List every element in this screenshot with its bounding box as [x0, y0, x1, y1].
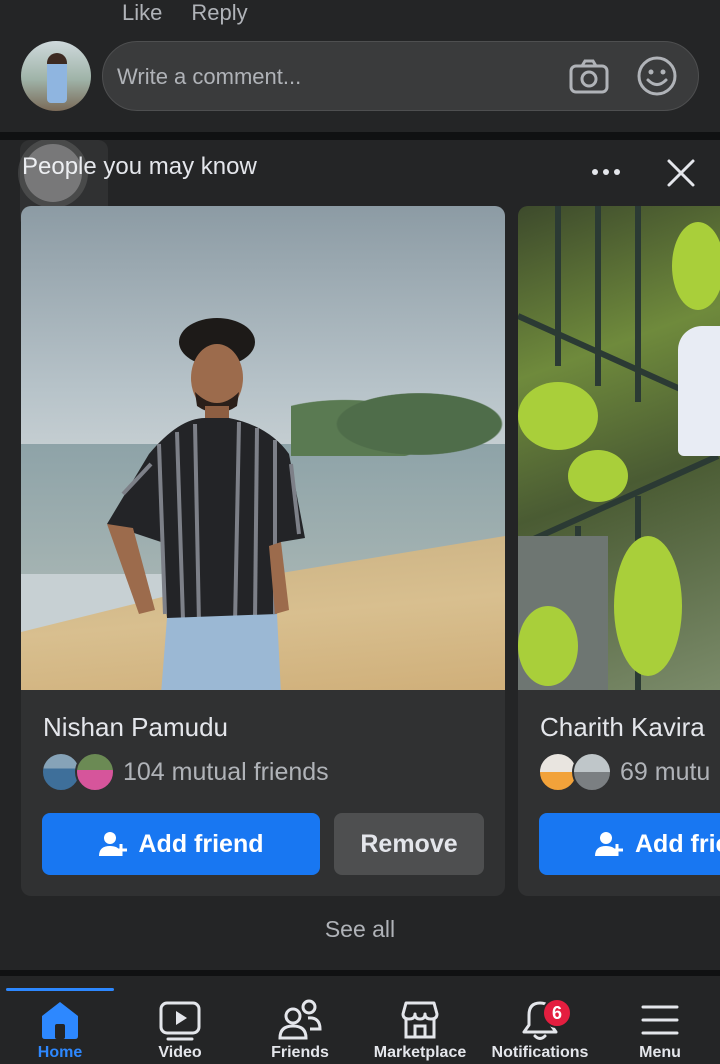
add-friend-label: Add frie [635, 829, 720, 858]
like-link[interactable]: Like [122, 0, 162, 28]
tab-label: Marketplace [373, 1044, 467, 1061]
tab-video[interactable]: Video [120, 998, 240, 1064]
avatar-figure [47, 53, 67, 103]
friends-icon [278, 999, 322, 1040]
see-all-link[interactable]: See all [0, 916, 720, 943]
close-icon[interactable] [664, 156, 698, 190]
remove-button[interactable]: Remove [334, 813, 484, 875]
mutual-friends-count: 69 mutu [620, 757, 711, 786]
mutual-friends: 69 mutu [538, 750, 710, 794]
notification-badge: 6 [542, 998, 572, 1028]
mutual-friend-avatar [75, 752, 115, 792]
photo-trees [291, 376, 505, 456]
tab-notifications[interactable]: 6 Notifications [480, 998, 600, 1064]
suggestion-name[interactable]: Nishan Pamudu [43, 712, 228, 743]
avatar[interactable] [21, 41, 91, 111]
section-divider [0, 132, 720, 140]
people-you-may-know: People you may know Nishan Pamudu 104 mu… [0, 140, 720, 970]
tab-home[interactable]: Home [0, 998, 120, 1064]
photo-person [107, 318, 305, 690]
comment-input[interactable]: Write a comment... [102, 41, 699, 111]
comment-placeholder: Write a comment... [117, 64, 302, 89]
tab-marketplace[interactable]: Marketplace [360, 998, 480, 1064]
touch-indicator [24, 144, 82, 202]
more-options-icon[interactable] [590, 162, 622, 182]
tab-friends[interactable]: Friends [240, 998, 360, 1064]
suggestion-card[interactable]: Nishan Pamudu 104 mutual friends Add fri… [21, 206, 505, 896]
profile-photo[interactable] [21, 206, 505, 690]
tab-label: Menu [639, 1044, 681, 1061]
tab-label: Friends [271, 1044, 329, 1061]
video-icon [159, 1001, 201, 1041]
suggestion-name[interactable]: Charith Kavira [540, 712, 705, 743]
reply-link[interactable]: Reply [191, 0, 247, 28]
profile-photo[interactable] [518, 206, 720, 690]
camera-icon[interactable] [569, 58, 609, 96]
tab-label: Home [37, 1044, 83, 1061]
marketplace-icon [401, 1001, 439, 1039]
remove-label: Remove [360, 829, 458, 858]
bottom-tab-bar: Home Video Friends Marketplace 6 Notific… [0, 976, 720, 1064]
add-person-icon [98, 832, 127, 856]
comment-section: Like Reply Write a comment... [0, 0, 720, 132]
mutual-friends-count: 104 mutual friends [123, 757, 329, 786]
mutual-friends: 104 mutual friends [41, 750, 329, 794]
active-tab-indicator [6, 988, 114, 991]
add-friend-button[interactable]: Add friend [42, 813, 320, 875]
mutual-friend-avatar [572, 752, 612, 792]
comment-actions: Like Reply [122, 0, 248, 28]
hamburger-icon [641, 1005, 679, 1035]
add-friend-label: Add friend [138, 829, 264, 858]
tab-menu[interactable]: Menu [600, 998, 720, 1064]
suggestion-card[interactable]: Charith Kavira 69 mutu Add frie [518, 206, 720, 896]
add-person-icon [595, 832, 623, 856]
home-icon [42, 1002, 78, 1039]
emoji-icon[interactable] [636, 55, 678, 97]
add-friend-button[interactable]: Add frie [539, 813, 720, 875]
photo-person [678, 326, 720, 456]
tab-label: Video [158, 1044, 202, 1061]
tab-label: Notifications [491, 1044, 589, 1061]
